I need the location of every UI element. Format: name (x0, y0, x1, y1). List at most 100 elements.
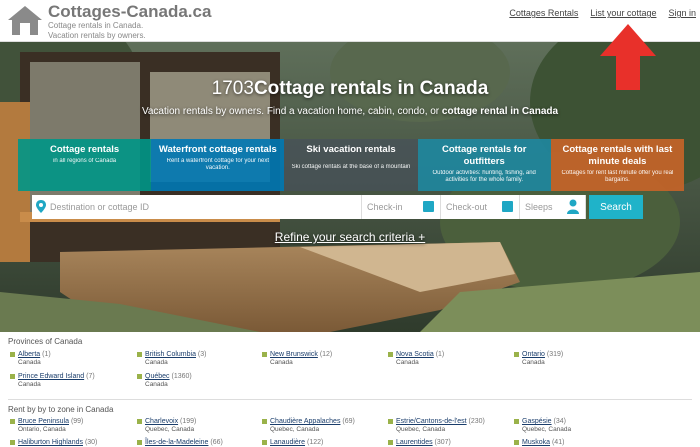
province-region: Canada (145, 381, 168, 388)
province-link[interactable]: Ontario (522, 351, 545, 358)
province-region: Canada (396, 359, 419, 366)
category-outfitters[interactable]: Cottage rentals for outfitters Outdoor a… (417, 139, 551, 191)
province-link[interactable]: Alberta (18, 351, 40, 358)
zone-count: (230) (468, 418, 485, 425)
refine-search-link[interactable]: Refine your search criteria + (0, 230, 700, 244)
list-item[interactable]: Haliburton Highlands (30) (10, 439, 97, 447)
nav-list-your-cottage[interactable]: List your cottage (590, 8, 656, 18)
category-title: Ski vacation rentals (306, 144, 396, 155)
zone-link[interactable]: Bruce Peninsula (18, 418, 69, 425)
nav-sign-in[interactable]: Sign in (668, 8, 696, 18)
zone-link[interactable]: Estrie/Cantons-de-l'est (396, 418, 467, 425)
top-nav: Cottages Rentals List your cottage Sign … (509, 8, 696, 18)
list-item[interactable]: Nova Scotia (1) Canada (388, 351, 444, 367)
zone-count: (69) (342, 418, 355, 425)
hero-subtitle-text: Vacation rentals by owners. Find a vacat… (141, 106, 442, 117)
category-ski[interactable]: Ski vacation rentals Ski cottage rentals… (284, 139, 418, 191)
category-desc: in all regions of Canada (53, 158, 117, 164)
zone-count: (99) (70, 418, 84, 425)
province-region: Canada (18, 359, 41, 366)
list-item[interactable]: Îles-de-la-Madeleine (66) (137, 439, 223, 447)
category-title: Waterfront cottage rentals (158, 144, 277, 155)
list-item[interactable]: Muskoka (41) (514, 439, 564, 447)
calendar-icon (423, 201, 434, 212)
zones-heading: Rent by by to zone in Canada (8, 405, 114, 414)
listing-count: 1703 (211, 78, 254, 99)
bullet-icon (514, 419, 519, 424)
bullet-icon (262, 440, 267, 445)
zone-link[interactable]: Haliburton Highlands (18, 439, 83, 446)
zone-link[interactable]: Charlevoix (145, 418, 178, 425)
province-count: (1) (42, 351, 51, 358)
sleeps-placeholder: Sleeps (525, 202, 553, 212)
bullet-icon (137, 352, 142, 357)
province-count: (1360) (171, 373, 192, 380)
zone-region: Quebec, Canada (270, 426, 320, 433)
zone-count: (41) (551, 439, 565, 446)
list-item[interactable]: New Brunswick (12) Canada (262, 351, 332, 367)
zone-link[interactable]: Laurentides (396, 439, 433, 446)
checkin-input[interactable]: Check-in (362, 195, 441, 219)
bullet-icon (137, 419, 142, 424)
zone-count: (307) (434, 439, 451, 446)
list-item[interactable]: Laurentides (307) (388, 439, 451, 447)
zone-link[interactable]: Lanaudière (270, 439, 305, 446)
list-item[interactable]: Gaspésie (34) Quebec, Canada (514, 418, 571, 434)
province-region: Canada (522, 359, 545, 366)
zone-region: Quebec, Canada (145, 426, 195, 433)
list-item[interactable]: Bruce Peninsula (99) Ontario, Canada (10, 418, 83, 434)
nav-cottages-rentals[interactable]: Cottages Rentals (509, 8, 578, 18)
bullet-icon (10, 440, 15, 445)
zone-link[interactable]: Muskoka (522, 439, 550, 446)
province-count: (3) (197, 351, 207, 358)
province-link[interactable]: Nova Scotia (396, 351, 434, 358)
province-link[interactable]: Prince Edward Island (18, 373, 84, 380)
province-link[interactable]: New Brunswick (270, 351, 318, 358)
bullet-icon (137, 374, 142, 379)
list-item[interactable]: Ontario (319) Canada (514, 351, 563, 367)
province-count: (12) (319, 351, 333, 358)
refine-search-label: Refine your search criteria + (274, 230, 426, 244)
hero-subtitle: Vacation rentals by owners. Find a vacat… (0, 106, 700, 117)
category-title: Cottage rentals for outfitters (441, 144, 527, 167)
province-link[interactable]: British Columbia (145, 351, 196, 358)
province-region: Canada (145, 359, 168, 366)
zone-link[interactable]: Chaudière Appalaches (270, 418, 340, 425)
list-item[interactable]: Charlevoix (199) Quebec, Canada (137, 418, 196, 434)
bullet-icon (10, 352, 15, 357)
site-header: Cottages-Canada.ca Cottage rentals in Ca… (0, 0, 700, 42)
category-desc: Ski cottage rentals at the base of a mou… (291, 164, 411, 170)
checkout-input[interactable]: Check-out (441, 195, 520, 219)
province-link[interactable]: Québec (145, 373, 170, 380)
category-waterfront[interactable]: Waterfront cottage rentals Rent a waterf… (151, 139, 285, 191)
provinces-heading: Provinces of Canada (8, 337, 83, 346)
destination-input[interactable]: Destination or cottage ID (32, 195, 362, 219)
list-item[interactable]: Chaudière Appalaches (69) Quebec, Canada (262, 418, 355, 434)
category-desc: Rent a waterfront cottage for your next … (166, 158, 269, 171)
category-desc: Outdoor activities: hunting, fishing, an… (432, 170, 536, 183)
logo[interactable]: Cottages-Canada.ca Cottage rentals in Ca… (6, 3, 211, 41)
zone-count: (199) (180, 418, 197, 425)
list-item[interactable]: Estrie/Cantons-de-l'est (230) Quebec, Ca… (388, 418, 485, 434)
list-item[interactable]: Prince Edward Island (7) Canada (10, 373, 95, 389)
province-count: (319) (546, 351, 564, 358)
zone-link[interactable]: Gaspésie (522, 418, 552, 425)
zone-region: Quebec, Canada (396, 426, 446, 433)
search-button[interactable]: Search (589, 195, 643, 219)
list-item[interactable]: Alberta (1) Canada (10, 351, 51, 367)
bullet-icon (388, 419, 393, 424)
category-cottage-rentals[interactable]: Cottage rentals in all regions of Canada (18, 139, 152, 191)
bullet-icon (388, 440, 393, 445)
list-item[interactable]: Québec (1360) Canada (137, 373, 192, 389)
bullet-icon (262, 419, 267, 424)
list-item[interactable]: British Columbia (3) Canada (137, 351, 206, 367)
zone-count: (122) (306, 439, 324, 446)
logo-tagline-2: Vacation rentals by owners. (48, 31, 146, 40)
zone-link[interactable]: Îles-de-la-Madeleine (145, 439, 208, 446)
list-item[interactable]: Lanaudière (122) (262, 439, 323, 447)
annotation-arrow-icon (600, 24, 656, 90)
hero-subtitle-bold: cottage rental in Canada (441, 106, 559, 117)
sleeps-input[interactable]: Sleeps (520, 195, 586, 219)
hero-banner: 1703Cottage rentals in Canada Vacation r… (0, 42, 700, 332)
category-last-minute[interactable]: Cottage rentals with last minute deals C… (550, 139, 685, 191)
